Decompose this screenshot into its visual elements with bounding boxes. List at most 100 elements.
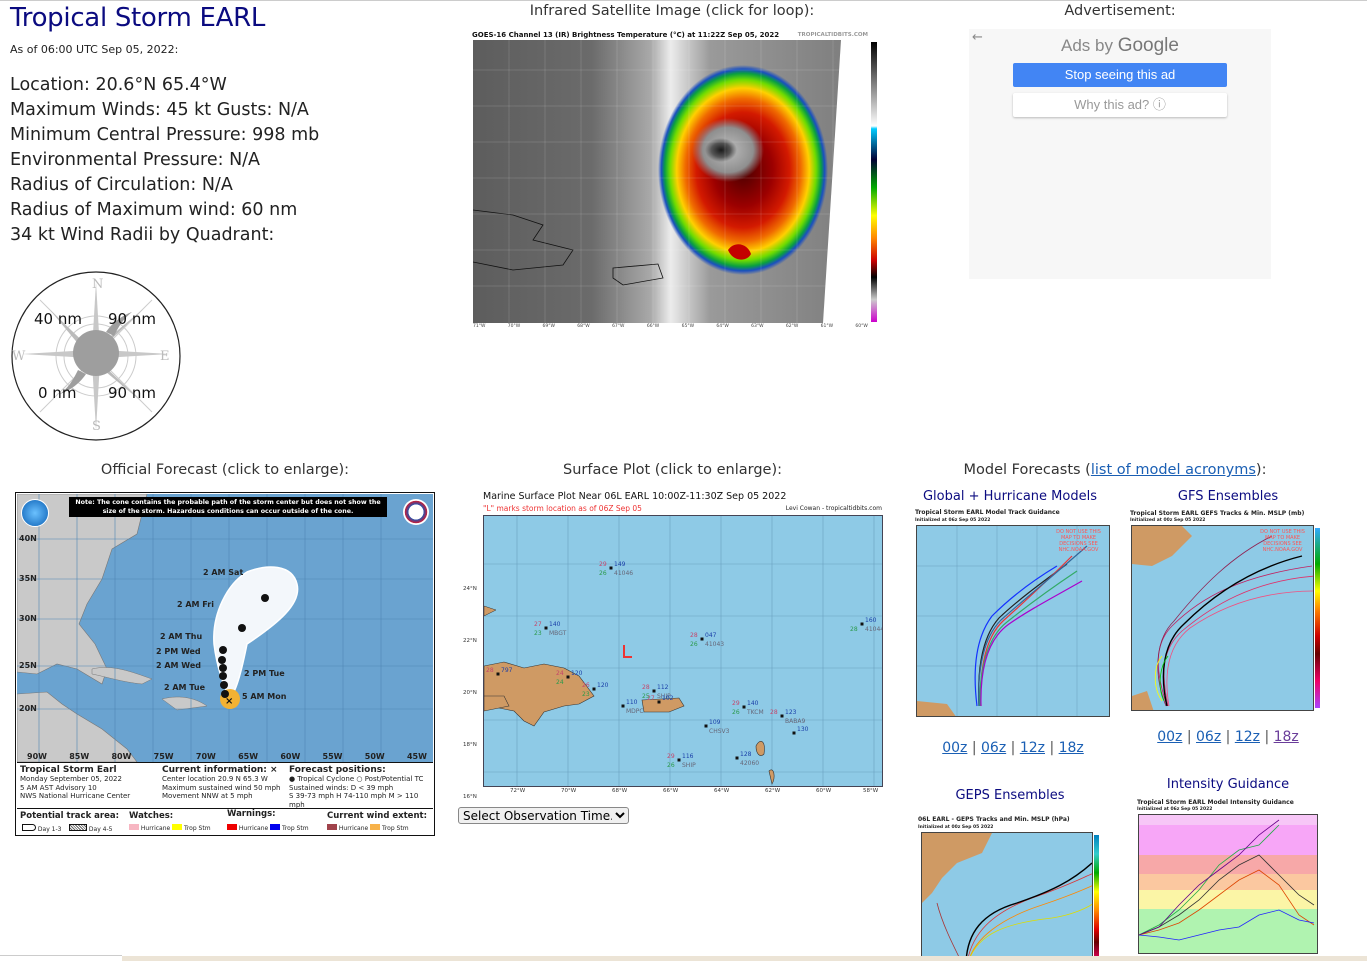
noaa-logo <box>21 499 49 527</box>
global-models-init: Initialized at 06z Sep 05 2022 <box>915 518 991 523</box>
station-id: MBGT <box>549 630 567 637</box>
station-temp: 28 <box>690 632 698 639</box>
station-pressure: 047 <box>705 632 717 639</box>
surface-station: 28 047 26 41043 <box>690 632 724 648</box>
day45-icon <box>69 824 87 831</box>
surface-plot-credit: Levi Cowan - tropicaltidbits.com <box>785 505 882 512</box>
surface-plot-map: 29 149 26 41046 27 140 23 MBGT 28 047 26 41043 160 28… <box>483 515 883 787</box>
day13-icon <box>22 824 36 831</box>
fc-label-tue-pm: 2 PM Tue <box>244 669 285 678</box>
station-temp: 24 <box>556 670 564 677</box>
station-id: TKCM <box>746 709 764 716</box>
legend-warnings-heading: Warnings: <box>227 809 276 819</box>
nhc-current-movement: Movement NNW at 5 mph <box>162 792 253 800</box>
station-pressure: 109 <box>709 719 721 726</box>
station-temp: 28 <box>642 684 650 691</box>
storm-max-winds: Maximum Winds: 45 kt Gusts: N/A <box>10 100 309 120</box>
gfs-ensembles-heading: GFS Ensembles <box>1177 489 1279 504</box>
lat-35n: 35N <box>19 574 37 583</box>
wind-ts-swatch <box>370 824 381 830</box>
geps-colorbar <box>1094 835 1099 961</box>
gfs-run-00z-link[interactable]: 00z <box>1157 729 1182 745</box>
legend-wind-heading: Current wind extent: <box>327 811 427 821</box>
geps-ensembles-image-link[interactable]: 06L EARL - GEPS Tracks and Min. MSLP (hP… <box>913 815 1113 961</box>
station-dewpoint: 24 <box>556 679 564 686</box>
surface-station: 128 42060 <box>735 751 759 767</box>
storm-location: Location: 20.6°N 65.4°W <box>10 75 227 95</box>
nhc-forecast-legend-1: ● Tropical Cyclone ○ Post/Potential TC <box>289 775 424 783</box>
nhc-current-wind: Maximum sustained wind 50 mph <box>162 783 281 792</box>
satellite-caption: GOES-16 Channel 13 (IR) Brightness Tempe… <box>472 31 780 39</box>
fc-label-tue-am: 2 AM Tue <box>164 683 205 692</box>
ad-heading: Advertisement: <box>1064 3 1176 19</box>
intensity-guidance-heading: Intensity Guidance <box>1166 777 1290 792</box>
surface-station: 28 123 BABA9 <box>770 709 805 725</box>
surface-station: 160 28 41044 <box>850 617 883 633</box>
fc-label-thu: 2 AM Thu <box>160 632 203 641</box>
global-models-image-link[interactable]: Tropical Storm EARL Model Track Guidance… <box>913 508 1113 722</box>
intensity-init: Initialized at 06z Sep 05 2022 <box>1137 807 1213 812</box>
model-acronyms-link[interactable]: list of model acronyms <box>1091 462 1256 478</box>
station-dewpoint: 28 <box>850 626 858 633</box>
lat-40n: 40N <box>19 534 37 543</box>
fc-label-wed-am: 2 AM Wed <box>156 661 201 670</box>
intensity-guidance-image-link[interactable]: Tropical Storm EARL Model Intensity Guid… <box>1128 797 1328 961</box>
surface-plot-image-link[interactable]: Marine Surface Plot Near 06L EARL 10:00Z… <box>455 488 890 800</box>
nhc-cone-map: × Note: The cone contains the probable p… <box>17 494 433 762</box>
run-18z-link[interactable]: 18z <box>1059 740 1084 756</box>
official-forecast-heading: Official Forecast (click to enlarge): <box>100 462 350 478</box>
station-dewpoint: 26 <box>732 709 740 716</box>
station-dewpoint: 26 <box>599 570 607 577</box>
radius-nw: 40 nm <box>34 310 82 328</box>
gfs-run-06z-link[interactable]: 06z <box>1196 729 1221 745</box>
fc-label-mon: 5 AM Mon <box>242 692 287 701</box>
station-pressure: 140 <box>747 700 759 707</box>
run-12z-link[interactable]: 12z <box>1020 740 1045 756</box>
station-id: 41046 <box>614 570 633 577</box>
why-this-ad-button[interactable]: Why this ad? ⓘ <box>1013 93 1227 117</box>
gfs-ensembles-runs: 00z | 06z | 12z | 18z <box>1157 729 1299 745</box>
station-temp: 28 <box>770 709 778 716</box>
nhc-date: Monday September 05, 2022 <box>20 775 122 783</box>
station-id: 41044 <box>865 626 883 633</box>
satellite-image-link[interactable]: GOES-16 Channel 13 (IR) Brightness Tempe… <box>470 30 880 332</box>
gfs-map: DO NOT USE THIS MAP TO MAKE DECISIONS SE… <box>1131 525 1314 711</box>
surface-station: 110 MDPC <box>621 699 644 715</box>
stop-seeing-ad-button[interactable]: Stop seeing this ad <box>1013 63 1227 87</box>
gfs-run-12z-link[interactable]: 12z <box>1235 729 1260 745</box>
fc-label-sat: 2 AM Sat <box>203 568 244 577</box>
wind-radii-compass: N S W E 40 nm 90 nm 0 nm 90 nm <box>10 270 182 442</box>
gfs-ensembles-image-link[interactable]: Tropical Storm EARL GEFS Tracks & Min. M… <box>1128 508 1328 713</box>
run-06z-link[interactable]: 06z <box>981 740 1006 756</box>
official-forecast-image-link[interactable]: × Note: The cone contains the probable p… <box>15 492 435 836</box>
gfs-run-18z-link[interactable]: 18z <box>1274 729 1299 745</box>
station-id: MDPC <box>626 708 644 715</box>
surface-station: 27 140 23 MBGT <box>534 621 567 637</box>
surface-lat-labels: 24°N 22°N 20°N 18°N 16°N <box>463 586 477 800</box>
svg-text:×: × <box>225 696 233 707</box>
station-temp: 29 <box>667 753 675 760</box>
station-pressure: 116 <box>682 753 694 760</box>
station-pressure: 140 <box>549 621 561 628</box>
compass-w: W <box>12 349 26 364</box>
nhc-map-svg: × <box>17 494 433 762</box>
nhc-legend: Potential track area: Day 1-3 Day 4-5 Wa… <box>17 808 433 835</box>
gfs-title: Tropical Storm EARL GEFS Tracks & Min. M… <box>1130 510 1305 517</box>
station-pressure: 120 <box>571 670 583 677</box>
station-id: 41043 <box>705 641 724 648</box>
storm-title: Tropical Storm EARL <box>10 3 266 33</box>
geps-map <box>921 832 1093 961</box>
station-dewpoint: 26 <box>690 641 698 648</box>
observation-time-select[interactable]: Select Observation Time... <box>458 807 629 824</box>
station-temp: 26 <box>582 682 590 689</box>
satellite-coastline <box>473 40 868 323</box>
cone-note: Note: The cone contains the probable pat… <box>69 497 387 517</box>
nhc-forecast-legend-3: S 39-73 mph H 74-110 mph M > 110 mph <box>289 792 419 809</box>
station-id: CHSV3 <box>709 728 730 735</box>
compass-s: S <box>92 419 101 434</box>
run-00z-link[interactable]: 00z <box>942 740 967 756</box>
storm-radius-circulation: Radius of Circulation: N/A <box>10 175 233 195</box>
fc-label-wed-pm: 2 PM Wed <box>156 647 201 656</box>
station-pressure: 128 <box>740 751 752 758</box>
station-id: 42060 <box>740 760 759 767</box>
